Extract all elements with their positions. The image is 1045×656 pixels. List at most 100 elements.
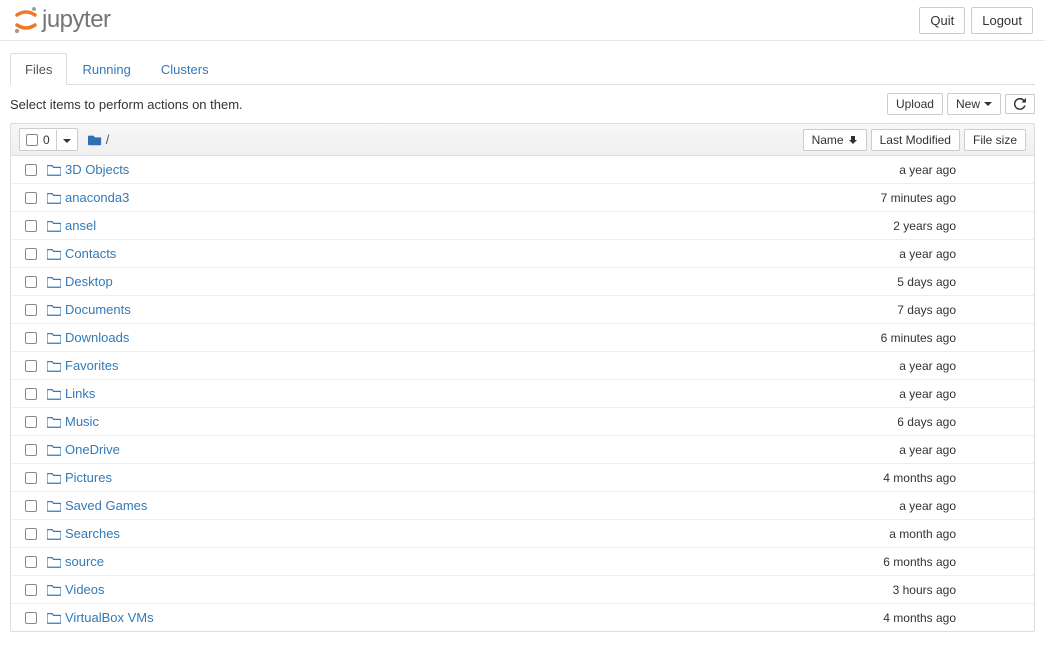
folder-icon bbox=[43, 191, 65, 205]
folder-icon bbox=[43, 471, 65, 485]
tab-running[interactable]: Running bbox=[67, 53, 145, 85]
select-all-dropdown[interactable] bbox=[57, 129, 77, 150]
row-checkbox-wrap bbox=[19, 248, 43, 260]
folder-icon bbox=[43, 555, 65, 569]
upload-button[interactable]: Upload bbox=[887, 93, 943, 115]
row-checkbox[interactable] bbox=[25, 304, 37, 316]
file-row: source6 months ago bbox=[11, 548, 1034, 576]
row-checkbox-wrap bbox=[19, 276, 43, 288]
row-checkbox[interactable] bbox=[25, 444, 37, 456]
sort-modified-button[interactable]: Last Modified bbox=[871, 129, 960, 151]
folder-icon bbox=[43, 443, 65, 457]
file-row: VirtualBox VMs4 months ago bbox=[11, 604, 1034, 631]
folder-icon bbox=[43, 415, 65, 429]
row-checkbox[interactable] bbox=[25, 500, 37, 512]
row-checkbox[interactable] bbox=[25, 276, 37, 288]
quit-button[interactable]: Quit bbox=[919, 7, 965, 34]
file-modified: 6 months ago bbox=[826, 555, 966, 569]
row-checkbox-wrap bbox=[19, 472, 43, 484]
row-checkbox[interactable] bbox=[25, 528, 37, 540]
file-name[interactable]: Contacts bbox=[65, 246, 826, 261]
file-row: anaconda37 minutes ago bbox=[11, 184, 1034, 212]
row-checkbox-wrap bbox=[19, 388, 43, 400]
row-checkbox[interactable] bbox=[25, 584, 37, 596]
logout-button[interactable]: Logout bbox=[971, 7, 1033, 34]
breadcrumb[interactable]: / bbox=[88, 132, 110, 147]
row-checkbox[interactable] bbox=[25, 220, 37, 232]
file-row: Contactsa year ago bbox=[11, 240, 1034, 268]
file-name[interactable]: Desktop bbox=[65, 274, 826, 289]
jupyter-icon bbox=[12, 6, 40, 34]
header: jupyter Quit Logout bbox=[0, 0, 1045, 41]
folder-icon bbox=[43, 331, 65, 345]
file-name[interactable]: ansel bbox=[65, 218, 826, 233]
select-all-checkbox[interactable] bbox=[26, 134, 38, 146]
folder-icon bbox=[43, 387, 65, 401]
file-name[interactable]: Music bbox=[65, 414, 826, 429]
tabs-container: Files Running Clusters bbox=[0, 53, 1045, 85]
file-name[interactable]: Links bbox=[65, 386, 826, 401]
row-checkbox-wrap bbox=[19, 528, 43, 540]
file-row: Desktop5 days ago bbox=[11, 268, 1034, 296]
file-name[interactable]: VirtualBox VMs bbox=[65, 610, 826, 625]
file-name[interactable]: source bbox=[65, 554, 826, 569]
file-row: Pictures4 months ago bbox=[11, 464, 1034, 492]
folder-icon bbox=[43, 527, 65, 541]
file-modified: 6 minutes ago bbox=[826, 331, 966, 345]
new-button-label: New bbox=[956, 97, 980, 111]
file-modified: a year ago bbox=[826, 359, 966, 373]
row-checkbox[interactable] bbox=[25, 332, 37, 344]
caret-down-icon bbox=[984, 102, 992, 106]
row-checkbox-wrap bbox=[19, 612, 43, 624]
new-button[interactable]: New bbox=[947, 93, 1001, 115]
file-name[interactable]: Videos bbox=[65, 582, 826, 597]
row-checkbox-wrap bbox=[19, 416, 43, 428]
row-checkbox[interactable] bbox=[25, 416, 37, 428]
file-modified: 7 days ago bbox=[826, 303, 966, 317]
row-checkbox-wrap bbox=[19, 584, 43, 596]
logo-text: jupyter bbox=[42, 6, 111, 34]
select-all-main[interactable]: 0 bbox=[20, 130, 57, 150]
refresh-button[interactable] bbox=[1005, 94, 1035, 114]
file-name[interactable]: Pictures bbox=[65, 470, 826, 485]
row-checkbox[interactable] bbox=[25, 360, 37, 372]
row-checkbox[interactable] bbox=[25, 164, 37, 176]
row-checkbox[interactable] bbox=[25, 388, 37, 400]
row-checkbox[interactable] bbox=[25, 556, 37, 568]
caret-down-icon bbox=[63, 139, 71, 143]
logo[interactable]: jupyter bbox=[12, 6, 111, 34]
content: Select items to perform actions on them.… bbox=[0, 93, 1045, 632]
file-name[interactable]: 3D Objects bbox=[65, 162, 826, 177]
folder-icon bbox=[88, 133, 102, 147]
selected-count: 0 bbox=[43, 133, 50, 147]
file-row: Saved Gamesa year ago bbox=[11, 492, 1034, 520]
folder-icon bbox=[43, 275, 65, 289]
folder-icon bbox=[43, 499, 65, 513]
row-checkbox[interactable] bbox=[25, 192, 37, 204]
row-checkbox[interactable] bbox=[25, 472, 37, 484]
file-name[interactable]: anaconda3 bbox=[65, 190, 826, 205]
file-modified: 2 years ago bbox=[826, 219, 966, 233]
file-row: Documents7 days ago bbox=[11, 296, 1034, 324]
file-row: Downloads6 minutes ago bbox=[11, 324, 1034, 352]
file-modified: 3 hours ago bbox=[826, 583, 966, 597]
row-checkbox[interactable] bbox=[25, 248, 37, 260]
sort-name-button[interactable]: Name bbox=[803, 129, 867, 151]
file-row: 3D Objectsa year ago bbox=[11, 156, 1034, 184]
sort-size-button[interactable]: File size bbox=[964, 129, 1026, 151]
file-name[interactable]: OneDrive bbox=[65, 442, 826, 457]
file-name[interactable]: Documents bbox=[65, 302, 826, 317]
file-modified: 5 days ago bbox=[826, 275, 966, 289]
file-modified: a year ago bbox=[826, 443, 966, 457]
tab-clusters[interactable]: Clusters bbox=[146, 53, 224, 85]
file-name[interactable]: Searches bbox=[65, 526, 826, 541]
file-name[interactable]: Favorites bbox=[65, 358, 826, 373]
file-name[interactable]: Saved Games bbox=[65, 498, 826, 513]
row-checkbox-wrap bbox=[19, 444, 43, 456]
tab-files[interactable]: Files bbox=[10, 53, 67, 85]
row-checkbox[interactable] bbox=[25, 612, 37, 624]
file-name[interactable]: Downloads bbox=[65, 330, 826, 345]
folder-icon bbox=[43, 219, 65, 233]
select-all-group[interactable]: 0 bbox=[19, 128, 78, 151]
file-row: OneDrivea year ago bbox=[11, 436, 1034, 464]
